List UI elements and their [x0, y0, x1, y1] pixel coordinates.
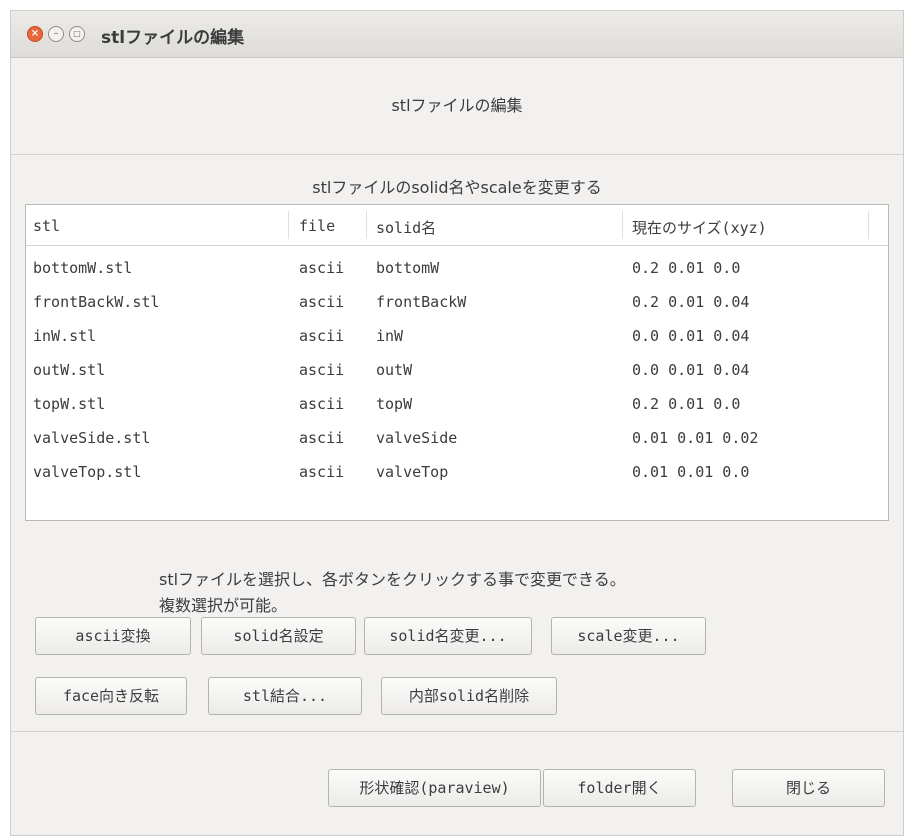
table-header: stl file solid名 現在のサイズ(xyz)	[26, 205, 888, 246]
cell-size: 0.2 0.01 0.04	[632, 293, 750, 311]
cell-stl: inW.stl	[33, 327, 97, 345]
table-row[interactable]: valveTop.stl ascii valveTop 0.01 0.01 0.…	[26, 455, 888, 489]
window-title: stlファイルの編集	[101, 28, 245, 48]
window-maximize-icon[interactable]: □	[69, 26, 85, 42]
column-divider	[288, 211, 289, 239]
divider	[11, 731, 903, 732]
column-header-size[interactable]: 現在のサイズ(xyz)	[632, 217, 767, 238]
face-flip-button[interactable]: face向き反転	[35, 677, 187, 715]
ascii-convert-button[interactable]: ascii変換	[35, 617, 191, 655]
cell-solid: frontBackW	[376, 293, 467, 311]
cell-file: ascii	[299, 463, 345, 481]
table-row[interactable]: inW.stl ascii inW 0.0 0.01 0.04	[26, 319, 888, 353]
cell-solid: valveTop	[376, 463, 449, 481]
stl-edit-window: × – □ stlファイルの編集 stlファイルの編集 stlファイルのsoli…	[10, 10, 904, 836]
column-header-solid[interactable]: solid名	[376, 217, 436, 238]
table-row[interactable]: outW.stl ascii outW 0.0 0.01 0.04	[26, 353, 888, 387]
table-row[interactable]: frontBackW.stl ascii frontBackW 0.2 0.01…	[26, 285, 888, 319]
instruction-text: stlファイルを選択し、各ボタンをクリックする事で変更できる。	[159, 570, 626, 589]
cell-solid: topW	[376, 395, 413, 413]
cell-solid: inW	[376, 327, 404, 345]
column-divider	[622, 211, 623, 239]
scale-change-button[interactable]: scale変更...	[551, 617, 706, 655]
window-minimize-icon[interactable]: –	[48, 26, 64, 42]
cell-file: ascii	[299, 429, 345, 447]
open-folder-button[interactable]: folder開く	[543, 769, 696, 807]
cell-size: 0.01 0.01 0.0	[632, 463, 750, 481]
remove-inner-solid-button[interactable]: 内部solid名削除	[381, 677, 557, 715]
cell-file: ascii	[299, 293, 345, 311]
cell-stl: bottomW.stl	[33, 259, 133, 277]
stl-file-table[interactable]: stl file solid名 現在のサイズ(xyz) bottomW.stl …	[25, 204, 889, 521]
divider	[11, 154, 903, 155]
cell-size: 0.0 0.01 0.04	[632, 361, 750, 379]
cell-solid: valveSide	[376, 429, 458, 447]
cell-file: ascii	[299, 395, 345, 413]
paraview-check-button[interactable]: 形状確認(paraview)	[328, 769, 541, 807]
cell-size: 0.01 0.01 0.02	[632, 429, 759, 447]
cell-stl: frontBackW.stl	[33, 293, 160, 311]
cell-file: ascii	[299, 361, 345, 379]
table-row[interactable]: topW.stl ascii topW 0.2 0.01 0.0	[26, 387, 888, 421]
column-header-stl[interactable]: stl	[33, 217, 60, 235]
window-close-icon[interactable]: ×	[27, 26, 43, 42]
cell-file: ascii	[299, 259, 345, 277]
column-divider	[868, 211, 869, 239]
cell-size: 0.0 0.01 0.04	[632, 327, 750, 345]
close-button[interactable]: 閉じる	[732, 769, 885, 807]
solid-name-change-button[interactable]: solid名変更...	[364, 617, 532, 655]
section-heading: stlファイルのsolid名やscaleを変更する	[312, 178, 602, 197]
cell-size: 0.2 0.01 0.0	[632, 259, 741, 277]
table-row[interactable]: valveSide.stl ascii valveSide 0.01 0.01 …	[26, 421, 888, 455]
instruction-note: 複数選択が可能。	[159, 596, 288, 615]
cell-file: ascii	[299, 327, 345, 345]
solid-name-set-button[interactable]: solid名設定	[201, 617, 356, 655]
page-heading: stlファイルの編集	[391, 96, 523, 115]
title-bar: × – □ stlファイルの編集	[11, 11, 903, 58]
cell-stl: valveTop.stl	[33, 463, 142, 481]
cell-stl: valveSide.stl	[33, 429, 151, 447]
column-divider	[366, 211, 367, 239]
cell-stl: topW.stl	[33, 395, 106, 413]
table-row[interactable]: bottomW.stl ascii bottomW 0.2 0.01 0.0	[26, 251, 888, 285]
cell-stl: outW.stl	[33, 361, 106, 379]
cell-solid: outW	[376, 361, 413, 379]
cell-size: 0.2 0.01 0.0	[632, 395, 741, 413]
column-header-file[interactable]: file	[299, 217, 335, 235]
stl-merge-button[interactable]: stl結合...	[208, 677, 362, 715]
cell-solid: bottomW	[376, 259, 440, 277]
